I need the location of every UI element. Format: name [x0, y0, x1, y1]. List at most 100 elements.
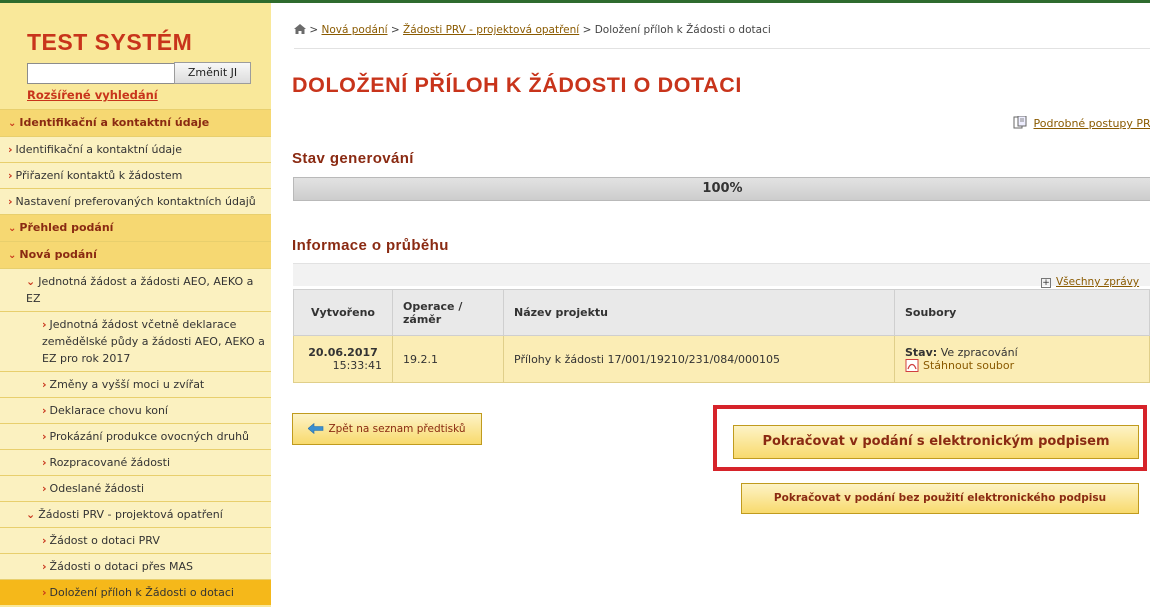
- status-value: Ve zpracování: [940, 346, 1018, 359]
- pdf-icon: [905, 359, 919, 372]
- change-ji-button[interactable]: Změnit JI: [174, 62, 251, 84]
- breadcrumb-zadosti-prv[interactable]: Žádosti PRV - projektová opatření: [403, 24, 579, 36]
- sidebar-item-label: Doložení příloh k Žádosti o dotaci: [49, 586, 234, 599]
- breadcrumb-current: Doložení příloh k Žádosti o dotaci: [594, 24, 771, 36]
- chevron-right-icon: ›: [42, 456, 47, 469]
- sidebar-item-label: Jednotná žádost včetně deklarace zeměděl…: [42, 318, 265, 365]
- chevron-right-icon: ›: [8, 143, 13, 156]
- progress-info-heading: Informace o průběhu: [292, 237, 449, 254]
- chevron-right-icon: ›: [42, 482, 47, 495]
- chevron-right-icon: ›: [42, 318, 47, 331]
- system-title: TEST SYSTÉM: [27, 29, 193, 55]
- ji-search-input[interactable]: [27, 63, 177, 84]
- table-row: 20.06.2017 15:33:41 19.2.1 Přílohy k žád…: [293, 335, 1150, 383]
- breadcrumb-sep: >: [390, 24, 400, 36]
- arrow-left-icon: [308, 423, 324, 434]
- breadcrumb-sep: >: [309, 24, 319, 36]
- sidebar-item-12[interactable]: › Odeslané žádosti: [0, 475, 271, 501]
- expand-icon[interactable]: +: [1041, 278, 1051, 288]
- chevron-down-icon: ⌄: [26, 275, 36, 288]
- sidebar-item-label: Přehled podání: [19, 221, 114, 234]
- back-to-list-button[interactable]: Zpět na seznam předtisků: [292, 413, 482, 445]
- info-strip: [293, 263, 1150, 286]
- col-operation: Operace / záměr: [392, 289, 504, 336]
- back-button-label: Zpět na seznam předtisků: [328, 423, 466, 435]
- sidebar-item-0[interactable]: ⌄ Identifikační a kontaktní údaje: [0, 109, 271, 136]
- all-messages-wrap: + Všechny zprávy: [1041, 276, 1139, 288]
- sidebar-item-label: Identifikační a kontaktní údaje: [15, 143, 182, 156]
- chevron-down-icon: ⌄: [8, 223, 17, 234]
- chevron-down-icon: ⌄: [26, 508, 36, 521]
- chevron-right-icon: ›: [8, 169, 13, 182]
- project-cell: Přílohy k žádosti 17/001/19210/231/084/0…: [503, 335, 895, 383]
- advanced-search-link[interactable]: Rozšířené vyhledání: [27, 88, 158, 102]
- col-files: Soubory: [894, 289, 1150, 336]
- breadcrumb-sep: >: [582, 24, 592, 36]
- files-cell: Stav: Ve zpracování Stáhnout soubor: [894, 335, 1150, 383]
- sidebar-item-5[interactable]: ⌄ Nová podání: [0, 241, 271, 268]
- chevron-right-icon: ›: [42, 534, 47, 547]
- procedures-link-wrap: Podrobné postupy PR: [1013, 116, 1150, 130]
- sidebar: TEST SYSTÉM Změnit JI Rozšířené vyhledán…: [0, 3, 271, 607]
- chevron-right-icon: ›: [42, 404, 47, 417]
- divider: [294, 48, 1150, 49]
- page-title: DOLOŽENÍ PŘÍLOH K ŽÁDOSTI O DOTACI: [292, 73, 742, 97]
- sidebar-item-10[interactable]: › Prokázání produkce ovocných druhů: [0, 423, 271, 449]
- sidebar-item-label: Přiřazení kontaktů k žádostem: [15, 169, 183, 182]
- sidebar-item-13[interactable]: ⌄ Žádosti PRV - projektová opatření: [0, 501, 271, 527]
- sidebar-item-label: Deklarace chovu koní: [49, 404, 168, 417]
- generation-progress-bar: 100%: [293, 177, 1150, 201]
- col-created: Vytvořeno: [293, 289, 393, 336]
- sidebar-item-label: Žádosti o dotaci přes MAS: [49, 560, 193, 573]
- sidebar-item-1[interactable]: › Identifikační a kontaktní údaje: [0, 136, 271, 162]
- sidebar-item-15[interactable]: › Žádosti o dotaci přes MAS: [0, 553, 271, 579]
- sidebar-item-9[interactable]: › Deklarace chovu koní: [0, 397, 271, 423]
- chevron-right-icon: ›: [42, 378, 47, 391]
- sidebar-item-4[interactable]: ⌄ Přehled podání: [0, 214, 271, 241]
- sidebar-item-label: Žádosti PRV - projektová opatření: [38, 508, 223, 521]
- document-icon: [1013, 116, 1027, 129]
- sidebar-item-label: Nová podání: [19, 248, 97, 261]
- all-messages-link[interactable]: Všechny zprávy: [1056, 276, 1139, 288]
- generation-heading: Stav generování: [292, 150, 414, 167]
- continue-with-signature-button[interactable]: Pokračovat v podání s elektronickým podp…: [733, 425, 1139, 459]
- sidebar-item-3[interactable]: › Nastavení preferovaných kontaktních úda…: [0, 188, 271, 214]
- sidebar-item-label: Rozpracované žádosti: [49, 456, 171, 469]
- sidebar-item-8[interactable]: › Změny a vyšší moci u zvířat: [0, 371, 271, 397]
- chevron-right-icon: ›: [42, 586, 47, 599]
- col-project: Název projektu: [503, 289, 895, 336]
- continue-without-signature-button[interactable]: Pokračovat v podání bez použití elektron…: [741, 483, 1139, 514]
- download-file-link[interactable]: Stáhnout soubor: [923, 359, 1014, 372]
- created-date: 20.06.2017: [308, 346, 378, 359]
- chevron-right-icon: ›: [8, 195, 13, 208]
- procedures-link[interactable]: Podrobné postupy PR: [1034, 117, 1150, 130]
- sidebar-item-11[interactable]: › Rozpracované žádosti: [0, 449, 271, 475]
- sidebar-item-7[interactable]: › Jednotná žádost včetně deklarace zemědě…: [0, 311, 271, 371]
- sidebar-item-label: Prokázání produkce ovocných druhů: [49, 430, 250, 443]
- sidebar-item-14[interactable]: › Žádost o dotaci PRV: [0, 527, 271, 553]
- sidebar-nav: ⌄ Identifikační a kontaktní údaje › Identif…: [0, 109, 271, 605]
- created-cell: 20.06.2017 15:33:41: [293, 335, 393, 383]
- home-icon[interactable]: [294, 24, 306, 34]
- operation-cell: 19.2.1: [392, 335, 504, 383]
- sidebar-item-label: Nastavení preferovaných kontaktních údaj…: [15, 195, 256, 208]
- sidebar-item-2[interactable]: › Přiřazení kontaktů k žádostem: [0, 162, 271, 188]
- chevron-right-icon: ›: [42, 430, 47, 443]
- table-header-row: Vytvořeno Operace / záměr Název projektu…: [293, 289, 1150, 336]
- sidebar-item-label: Odeslané žádosti: [49, 482, 145, 495]
- chevron-down-icon: ⌄: [8, 250, 17, 261]
- chevron-right-icon: ›: [42, 560, 47, 573]
- main-content: > Nová podání > Žádosti PRV - projektová…: [272, 0, 1150, 607]
- progress-table: Vytvořeno Operace / záměr Název projektu…: [293, 289, 1150, 383]
- sidebar-item-label: Identifikační a kontaktní údaje: [19, 116, 210, 129]
- sidebar-item-label: Změny a vyšší moci u zvířat: [49, 378, 205, 391]
- chevron-down-icon: ⌄: [8, 118, 17, 129]
- sidebar-item-6[interactable]: ⌄ Jednotná žádost a žádosti AEO, AEKO a E…: [0, 268, 271, 311]
- status-label: Stav:: [905, 346, 938, 359]
- sidebar-item-label: Žádost o dotaci PRV: [49, 534, 160, 547]
- created-time: 15:33:41: [332, 359, 382, 372]
- progress-text: 100%: [702, 181, 743, 196]
- sidebar-item-16[interactable]: › Doložení příloh k Žádosti o dotaci: [0, 579, 271, 605]
- breadcrumb-nova-podani[interactable]: Nová podání: [322, 24, 388, 36]
- sidebar-item-label: Jednotná žádost a žádosti AEO, AEKO a EZ: [26, 275, 254, 305]
